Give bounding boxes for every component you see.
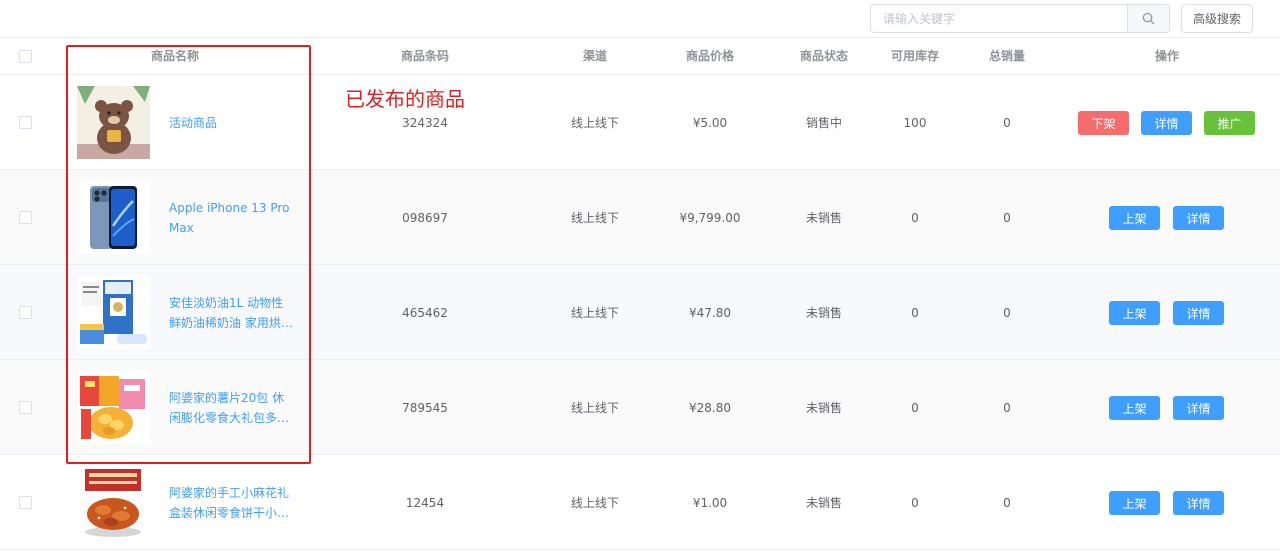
status-cell: 未销售 — [805, 496, 842, 510]
search-button[interactable] — [1127, 5, 1169, 32]
toolbar: 高级搜索 — [0, 0, 1280, 38]
product-name-link[interactable]: 阿婆家的手工小麻花礼盒装休闲零食饼干小吃多口味 — [169, 483, 293, 523]
status-cell: 销售中 — [805, 116, 842, 130]
sales-cell: 0 — [1003, 210, 1011, 225]
header-status: 商品状态 — [799, 49, 848, 63]
status-cell: 未销售 — [805, 211, 842, 225]
sales-cell: 0 — [1003, 115, 1011, 130]
product-name-link[interactable]: Apple iPhone 13 Pro Max — [169, 198, 293, 238]
detail-button[interactable]: 详情 — [1173, 491, 1224, 515]
detail-button[interactable]: 详情 — [1141, 111, 1192, 135]
price-cell: ¥5.00 — [692, 115, 728, 130]
product-name-link[interactable]: 阿婆家的薯片20包 休闲膨化零食大礼包多口味组合 — [169, 388, 293, 428]
price-cell: ¥9,799.00 — [679, 210, 741, 225]
stock-cell: 0 — [911, 305, 919, 320]
barcode-cell: 465462 — [402, 305, 448, 320]
price-cell: ¥28.80 — [689, 400, 731, 415]
publish-button[interactable]: 上架 — [1109, 396, 1160, 420]
product-image-mahua[interactable] — [77, 466, 150, 539]
table-row: Apple iPhone 13 Pro Max 098697 线上线下 ¥9,7… — [0, 170, 1280, 265]
channel-cell: 线上线下 — [570, 306, 619, 320]
unpublish-button[interactable]: 下架 — [1078, 111, 1129, 135]
table-header: 商品名称 商品条码 渠道 商品价格 商品状态 可用库存 总销量 操作 — [0, 38, 1280, 75]
detail-button[interactable]: 详情 — [1173, 396, 1224, 420]
detail-button[interactable]: 详情 — [1173, 301, 1224, 325]
table-row: 安佳淡奶油1L 动物性鲜奶油稀奶油 家用烘焙蛋糕裱花 465462 线上线下 ¥… — [0, 265, 1280, 360]
product-image-chips[interactable] — [77, 371, 150, 444]
sales-cell: 0 — [1003, 305, 1011, 320]
search-icon — [1142, 12, 1155, 25]
price-cell: ¥47.80 — [689, 305, 731, 320]
search-box — [870, 4, 1170, 33]
product-image-iphone[interactable] — [77, 181, 150, 254]
header-price: 商品价格 — [685, 49, 734, 63]
product-image-bear[interactable] — [77, 86, 150, 159]
stock-cell: 0 — [911, 210, 919, 225]
row-checkbox[interactable] — [19, 211, 32, 224]
stock-cell: 0 — [911, 495, 919, 510]
barcode-cell: 789545 — [402, 400, 448, 415]
product-image-cream[interactable] — [77, 276, 150, 349]
row-checkbox[interactable] — [19, 496, 32, 509]
header-barcode: 商品条码 — [400, 49, 449, 63]
channel-cell: 线上线下 — [570, 401, 619, 415]
table-row: 活动商品 324324 线上线下 ¥5.00 销售中 100 0 下架 详情 推… — [0, 75, 1280, 170]
status-cell: 未销售 — [805, 306, 842, 320]
barcode-cell: 098697 — [402, 210, 448, 225]
price-cell: ¥1.00 — [692, 495, 728, 510]
header-stock: 可用库存 — [890, 49, 939, 63]
product-name-link[interactable]: 安佳淡奶油1L 动物性鲜奶油稀奶油 家用烘焙蛋糕裱花 — [169, 293, 293, 333]
advanced-search-button[interactable]: 高级搜索 — [1181, 4, 1253, 33]
search-input[interactable] — [871, 5, 1127, 32]
select-all-checkbox[interactable] — [19, 50, 32, 63]
product-name-link[interactable]: 活动商品 — [169, 113, 217, 133]
promote-button[interactable]: 推广 — [1204, 111, 1255, 135]
sales-cell: 0 — [1003, 495, 1011, 510]
stock-cell: 0 — [911, 400, 919, 415]
publish-button[interactable]: 上架 — [1109, 206, 1160, 230]
detail-button[interactable]: 详情 — [1173, 206, 1224, 230]
row-checkbox[interactable] — [19, 401, 32, 414]
header-channel: 渠道 — [582, 49, 607, 63]
stock-cell: 100 — [903, 115, 927, 130]
header-name: 商品名称 — [150, 49, 199, 63]
table-row: 阿婆家的手工小麻花礼盒装休闲零食饼干小吃多口味 12454 线上线下 ¥1.00… — [0, 455, 1280, 550]
header-sales: 总销量 — [988, 49, 1025, 63]
publish-button[interactable]: 上架 — [1109, 301, 1160, 325]
table-row: 阿婆家的薯片20包 休闲膨化零食大礼包多口味组合 789545 线上线下 ¥28… — [0, 360, 1280, 455]
channel-cell: 线上线下 — [570, 211, 619, 225]
row-checkbox[interactable] — [19, 116, 32, 129]
sales-cell: 0 — [1003, 400, 1011, 415]
row-checkbox[interactable] — [19, 306, 32, 319]
channel-cell: 线上线下 — [570, 116, 619, 130]
status-cell: 未销售 — [805, 401, 842, 415]
channel-cell: 线上线下 — [570, 496, 619, 510]
barcode-cell: 12454 — [405, 495, 445, 510]
header-actions: 操作 — [1154, 49, 1179, 63]
annotation-label: 已发布的商品 — [345, 87, 465, 111]
publish-button[interactable]: 上架 — [1109, 491, 1160, 515]
